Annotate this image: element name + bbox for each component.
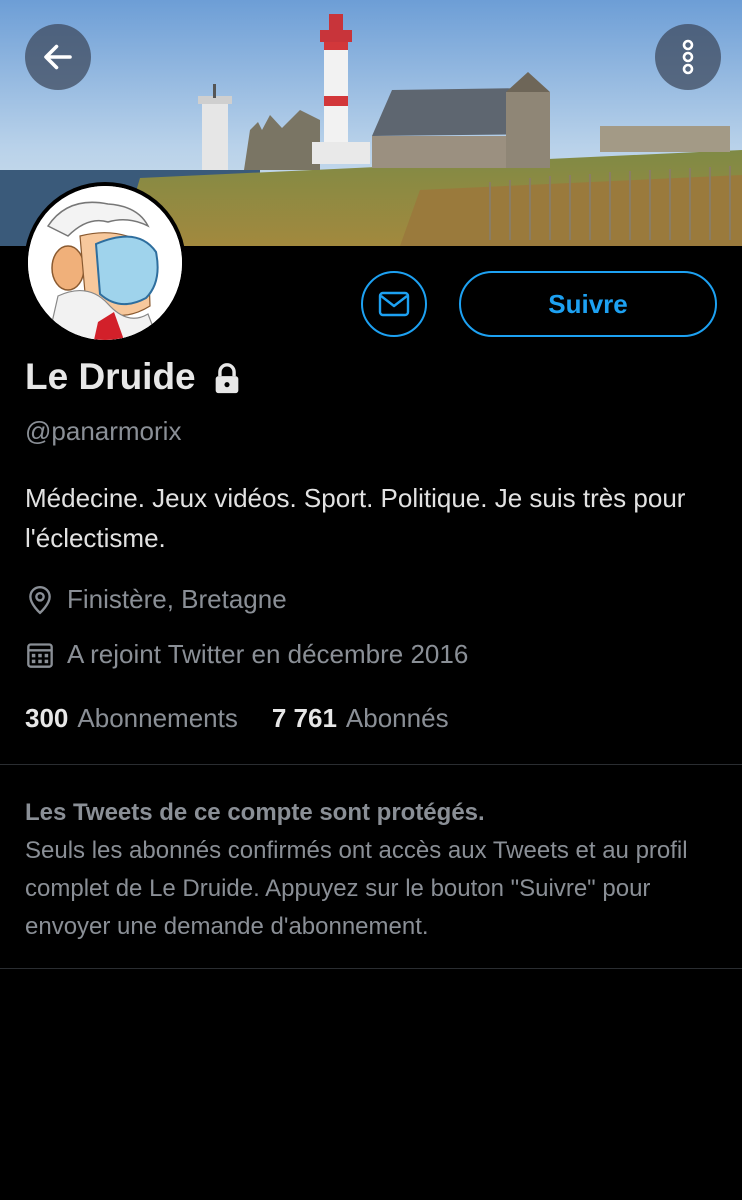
protected-body: Seuls les abonnés confirmés ont accès au… (25, 837, 688, 940)
joined-text: A rejoint Twitter en décembre 2016 (67, 639, 469, 669)
profile-name-row: Le Druide (25, 356, 244, 398)
back-button[interactable] (25, 24, 91, 90)
protected-notice: Les Tweets de ce compte sont protégés. S… (25, 794, 725, 946)
following-count: 300 (25, 703, 69, 733)
location-text: Finistère, Bretagne (67, 584, 287, 614)
protected-title: Les Tweets de ce compte sont protégés. (25, 799, 485, 826)
location-row: Finistère, Bretagne (25, 584, 287, 615)
profile-handle: @panarmorix (25, 416, 182, 446)
profile-bio: Médecine. Jeux vidéos. Sport. Politique.… (25, 483, 686, 553)
more-options-button[interactable] (655, 24, 721, 90)
joined-row: A rejoint Twitter en décembre 2016 (25, 639, 468, 670)
follow-stats: 300 Abonnements 7 761 Abonnés (25, 703, 449, 734)
more-vertical-icon (682, 39, 694, 75)
followers-stat[interactable]: 7 761 Abonnés (272, 703, 449, 734)
profile-name: Le Druide (25, 356, 196, 397)
calendar-icon (25, 640, 55, 670)
mail-icon (378, 291, 410, 317)
lock-icon (215, 363, 238, 394)
following-label: Abonnements (77, 703, 238, 733)
following-stat[interactable]: 300 Abonnements (25, 703, 238, 734)
avatar-image (28, 186, 182, 340)
divider (0, 764, 742, 765)
followers-count: 7 761 (271, 703, 337, 733)
message-button[interactable] (361, 271, 427, 337)
follow-button[interactable]: Suivre (459, 271, 717, 337)
followers-label: Abonnés (345, 703, 449, 733)
arrow-left-icon (44, 44, 72, 70)
location-pin-icon (25, 585, 55, 615)
divider (0, 968, 742, 969)
avatar[interactable] (24, 182, 186, 344)
